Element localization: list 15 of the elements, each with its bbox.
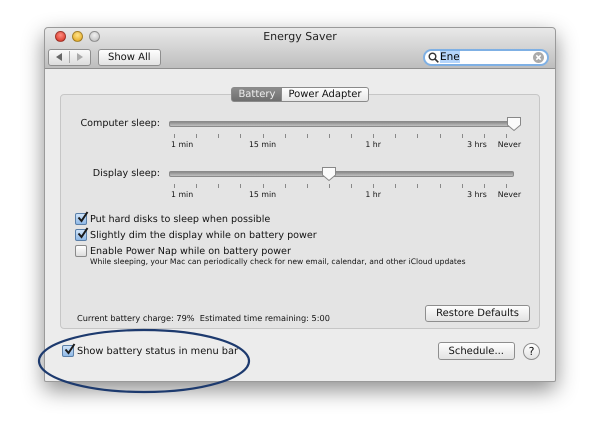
checkbox-label: Slightly dim the display while on battery power (90, 230, 317, 240)
tab[interactable]: Battery (231, 87, 282, 102)
restore-defaults-button[interactable]: Restore Defaults (425, 304, 530, 322)
battery-status-text: Current battery charge: 79% Estimated time remaining: 5:00 (77, 313, 330, 323)
checkbox-label: Put hard disks to sleep when possible (90, 214, 270, 224)
search-field[interactable]: Ene (423, 48, 549, 66)
show-all-button[interactable]: Show All (98, 48, 161, 66)
schedule-button[interactable]: Schedule... (438, 342, 515, 360)
checkbox-label: Show battery status in menu bar (77, 346, 238, 356)
slider-label: Display sleep: (92, 168, 160, 181)
slider-label: Computer sleep: (79, 118, 160, 131)
checkbox-label: Enable Power Nap while on battery power (90, 246, 291, 256)
tab[interactable]: Power Adapter (282, 87, 369, 102)
window-title: Energy Saver (263, 30, 337, 43)
help-button[interactable]: ? (523, 342, 540, 360)
